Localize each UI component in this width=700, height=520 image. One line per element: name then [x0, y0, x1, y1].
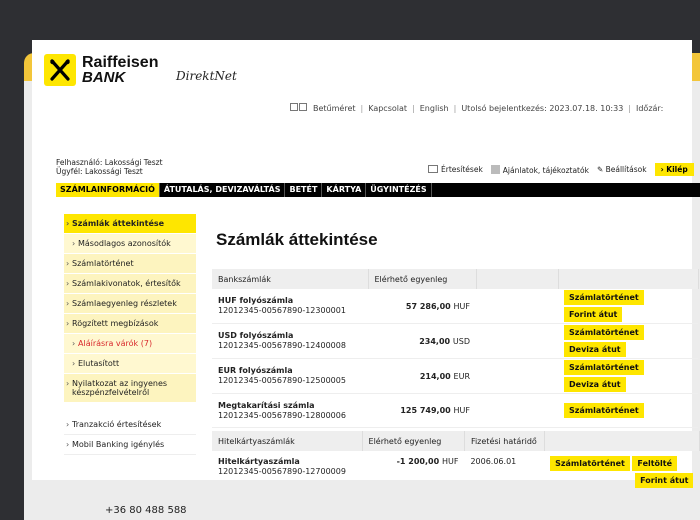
table-row: HUF folyószámla 12012345-00567890-1230000…: [212, 289, 698, 324]
account-balance: -1 200,00: [396, 457, 440, 466]
crossed-horses-icon: [44, 54, 76, 86]
szamlatortenet-button[interactable]: Számlatörténet: [564, 290, 644, 305]
col-fizetesi-hatarido: Fizetési határidő: [464, 431, 545, 451]
account-currency: HUF: [453, 406, 470, 415]
table-row: Hitelkártyaszámla 12012345-00567890-12700…: [212, 451, 700, 489]
product-name: DirektNet: [176, 69, 237, 83]
ajanlatok-link[interactable]: Ajánlatok, tájékoztatók: [490, 164, 589, 175]
font-size-icon[interactable]: [290, 103, 308, 113]
account-balance: 57 286,00: [405, 301, 451, 311]
col-elerheto-egyenleg: Elérhető egyenleg: [368, 269, 477, 289]
user-info: Felhasználó: Lakossági Teszt Ügyfél: Lak…: [56, 158, 163, 176]
nav-ugyintezes[interactable]: ÜGYINTÉZÉS: [366, 183, 432, 197]
ertesitesek-link[interactable]: Értesítések: [428, 165, 483, 174]
szamlatortenet-button[interactable]: Számlatörténet: [564, 325, 644, 340]
sidebar-item-elutasitott[interactable]: Elutasított: [64, 354, 196, 374]
sidebar-item-nyilatkozat[interactable]: Nyilatkozat az ingyenes készpénzfelvétel…: [64, 374, 196, 403]
sidebar-item-mobil-banking[interactable]: Mobil Banking igénylés: [64, 435, 196, 455]
account-currency: USD: [452, 336, 470, 346]
document-icon: [490, 164, 500, 174]
col-empty: [476, 269, 559, 289]
logout-button[interactable]: › Kilép: [654, 163, 694, 176]
topnav-kapcsolat[interactable]: Kapcsolat: [368, 104, 407, 113]
topnav-idozar: Időzár:: [635, 103, 664, 113]
page-title-wrap: Számlák áttekintése: [216, 230, 378, 250]
account-currency: HUF: [453, 301, 470, 311]
account-currency: HUF: [441, 457, 459, 466]
account-number: 12012345-00567890-12300001: [218, 306, 346, 315]
sidebar-item-rogzitett-megbizasok[interactable]: Rögzített megbízások: [64, 314, 196, 334]
szamlatortenet-button[interactable]: Számlatörténet: [564, 360, 644, 375]
sidebar-item-alairasra-varok[interactable]: Aláírásra várók (7): [64, 334, 196, 354]
user-ugyfel: Ügyfél: Lakossági Teszt: [56, 167, 143, 176]
deviza-atutalas-button[interactable]: Deviza átut: [564, 377, 626, 392]
nav-atutalas[interactable]: ÁTUTALÁS, DEVIZAVÁLTÁS: [160, 183, 286, 197]
col-bankszamlak: Bankszámlák: [212, 269, 369, 289]
sidebar-item-szamlatortenet[interactable]: Számlatörténet: [64, 254, 196, 274]
page-title: Számlák áttekintése: [216, 230, 378, 249]
credit-card-table: Hitelkártyaszámlák Elérhető egyenleg Fiz…: [212, 431, 700, 489]
sidebar: Számlák áttekintése Másodlagos azonosító…: [64, 214, 196, 455]
col-elerheto-egyenleg: Elérhető egyenleg: [362, 431, 465, 451]
sidebar-item-szamlak-attekintese[interactable]: Számlák áttekintése: [64, 214, 196, 234]
nav-betet[interactable]: BETÉT: [285, 183, 323, 197]
top-navigation: Betűméret | Kapcsolat | English | Utolsó…: [290, 103, 663, 113]
account-balance: 125 749,00: [400, 406, 451, 415]
table-row: Megtakarítási számla 12012345-00567890-12…: [212, 393, 698, 428]
sidebar-item-masodlagos-azonositok[interactable]: Másodlagos azonosítók: [64, 234, 196, 254]
topnav-last-login: Utolsó bejelentkezés: 2023.07.18. 10:33: [461, 103, 624, 113]
account-name[interactable]: HUF folyószámla: [218, 296, 362, 306]
nav-kartya[interactable]: KÁRTYA: [322, 183, 367, 197]
szamlatortenet-button[interactable]: Számlatörténet: [550, 456, 630, 471]
user-actions: Értesítések Ajánlatok, tájékoztatók ✎ Be…: [428, 163, 694, 176]
envelope-icon: [428, 165, 438, 173]
user-felhasznalo: Felhasználó: Lakossági Teszt: [56, 158, 163, 167]
account-number: 12012345-00567890-12800006: [218, 410, 346, 420]
account-balance: 214,00: [419, 371, 451, 381]
sidebar-item-tranzakcio-ertesitesek[interactable]: Tranzakció értesítések: [64, 415, 196, 435]
sidebar-item-szamlaegyenleg[interactable]: Számlaegyenleg részletek: [64, 294, 196, 314]
bank-accounts-table: Bankszámlák Elérhető egyenleg HUF folyós…: [212, 269, 699, 428]
nav-szamlainformacio[interactable]: SZÁMLAINFORMÁCIÓ: [56, 183, 160, 197]
account-name[interactable]: EUR folyószámla: [218, 366, 362, 376]
account-name[interactable]: Megtakarítási számla: [218, 401, 362, 411]
forint-atutalas-button[interactable]: Forint átut: [635, 473, 694, 488]
account-name[interactable]: USD folyószámla: [218, 331, 362, 341]
main-navigation: SZÁMLAINFORMÁCIÓ ÁTUTALÁS, DEVIZAVÁLTÁS …: [56, 183, 700, 197]
sidebar-item-szamlakivonatok[interactable]: Számlakivonatok, értesítők: [64, 274, 196, 294]
topnav-betumeret[interactable]: Betűméret: [313, 104, 356, 113]
col-actions: [544, 431, 700, 451]
table-row: USD folyószámla 12012345-00567890-1240000…: [212, 323, 698, 359]
account-number: 12012345-00567890-12400008: [218, 341, 346, 350]
table-row: EUR folyószámla 12012345-00567890-1250000…: [212, 358, 698, 394]
col-actions: [558, 269, 699, 289]
account-name[interactable]: Hitelkártyaszámla: [218, 457, 356, 467]
feltoltes-button[interactable]: Feltölté: [632, 456, 678, 471]
col-hitelkartyaszamlak: Hitelkártyaszámlák: [212, 431, 363, 451]
account-balance: 234,00: [419, 336, 451, 346]
forint-atutalas-button[interactable]: Forint átut: [564, 307, 623, 322]
pencil-icon: ✎: [596, 165, 606, 174]
payment-deadline: 2006.06.01: [470, 457, 517, 466]
logo-line2: BANK: [82, 69, 126, 86]
szamlatortenet-button[interactable]: Számlatörténet: [564, 403, 644, 418]
account-currency: EUR: [453, 371, 470, 381]
deviza-atutalas-button[interactable]: Deviza átut: [564, 342, 626, 357]
account-number: 12012345-00567890-12500005: [218, 376, 346, 385]
account-number: 12012345-00567890-12700009: [218, 467, 346, 476]
raiffeisen-logo[interactable]: Raiffeisen BANK: [44, 54, 158, 86]
logo-line1: Raiffeisen: [82, 54, 159, 71]
phone-number: +36 80 488 588: [105, 505, 187, 516]
beallitasok-link[interactable]: ✎ Beállítások: [597, 165, 647, 174]
topnav-english[interactable]: English: [420, 104, 449, 113]
